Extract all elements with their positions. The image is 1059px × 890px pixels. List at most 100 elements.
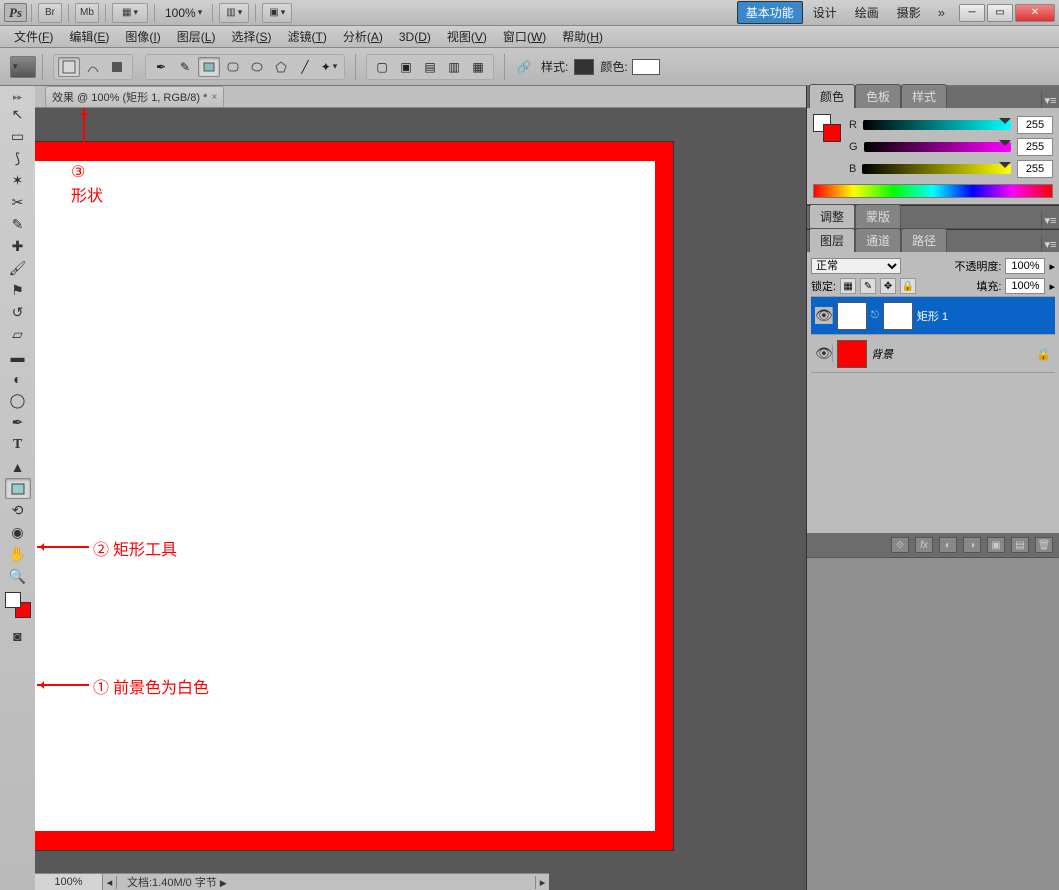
layer-row[interactable]: 👁 ⎋ 矩形 1 — [811, 297, 1055, 335]
layer-name[interactable]: 矩形 1 — [917, 308, 948, 324]
scroll-left-icon[interactable]: ◂ — [103, 876, 117, 889]
style-swatch[interactable] — [574, 59, 594, 75]
menu-help[interactable]: 帮助(H) — [554, 26, 611, 47]
new-group-icon[interactable]: ▣ — [987, 537, 1005, 553]
stamp-tool[interactable]: ⚑ — [5, 280, 31, 301]
new-layer-icon[interactable]: ▤ — [1011, 537, 1029, 553]
intersect-shape-icon[interactable]: ▥ — [443, 57, 465, 77]
masks-tab[interactable]: 蒙版 — [855, 204, 901, 228]
fill-value[interactable]: 100% — [1005, 278, 1045, 294]
menu-image[interactable]: 图像(I) — [117, 26, 168, 47]
screen-mode-dropdown[interactable]: ▣ — [262, 3, 292, 23]
doc-info[interactable]: 文档:1.40M/0 字节 ▶ — [117, 874, 535, 890]
subtract-shape-icon[interactable]: ▤ — [419, 57, 441, 77]
lasso-tool[interactable]: ⟆ — [5, 148, 31, 169]
opacity-value[interactable]: 100% — [1005, 258, 1045, 274]
panel-menu-icon[interactable]: ▾≡ — [1041, 236, 1059, 252]
quickmask-toggle[interactable]: ◙ — [5, 625, 31, 646]
g-value[interactable] — [1017, 138, 1053, 156]
menu-edit[interactable]: 编辑(E) — [61, 26, 117, 47]
swatches-tab[interactable]: 色板 — [855, 84, 901, 108]
menu-3d[interactable]: 3D(D) — [391, 28, 439, 46]
minibridge-icon[interactable]: Mb — [75, 3, 99, 23]
crop-tool[interactable]: ✂ — [5, 192, 31, 213]
opacity-arrow[interactable]: ▸ — [1049, 260, 1055, 273]
gradient-tool[interactable]: ▬ — [5, 346, 31, 367]
path-select-tool[interactable]: ▲ — [5, 456, 31, 477]
pen-tool[interactable]: ✒ — [5, 412, 31, 433]
add-to-shape-icon[interactable]: ▣ — [395, 57, 417, 77]
menu-window[interactable]: 窗口(W) — [495, 26, 554, 47]
custom-shape-icon[interactable]: ✦ — [318, 57, 340, 77]
fill-adjust-icon[interactable]: ◑ — [963, 537, 981, 553]
color-tab[interactable]: 颜色 — [809, 84, 855, 108]
layer-name[interactable]: 背景 — [871, 346, 893, 362]
workspace-painting[interactable]: 绘画 — [847, 2, 887, 23]
lock-pixels-icon[interactable]: ▦ — [840, 278, 856, 294]
blend-mode-select[interactable]: 正常 — [811, 258, 901, 274]
menu-filter[interactable]: 滤镜(T) — [279, 26, 334, 47]
color-ramp[interactable] — [813, 184, 1053, 198]
view-extras-dropdown[interactable]: ▦ — [112, 3, 148, 23]
window-maximize[interactable]: ▭ — [987, 4, 1013, 22]
lock-position-icon[interactable]: ✎ — [860, 278, 876, 294]
adjustments-tab[interactable]: 调整 — [809, 204, 855, 228]
r-slider[interactable] — [863, 120, 1011, 130]
layer-thumbnail[interactable] — [837, 340, 867, 368]
rectangle-shape-icon[interactable] — [198, 57, 220, 77]
document-tab[interactable]: 效果 @ 100% (矩形 1, RGB/8) * × — [45, 86, 224, 107]
visibility-toggle[interactable]: 👁 — [815, 345, 833, 362]
zoom-level[interactable]: 100% — [165, 6, 202, 20]
eraser-tool[interactable]: ▱ — [5, 324, 31, 345]
lock-all-icon[interactable]: 🔒 — [900, 278, 916, 294]
g-slider[interactable] — [864, 142, 1011, 152]
history-brush-tool[interactable]: ↺ — [5, 302, 31, 323]
collapse-arrow[interactable]: ▸▸ — [13, 92, 22, 103]
workspace-design[interactable]: 设计 — [805, 2, 845, 23]
fx-icon[interactable]: fx — [915, 537, 933, 553]
delete-layer-icon[interactable]: 🗑 — [1035, 537, 1053, 553]
color-swatch[interactable] — [632, 59, 660, 75]
dodge-tool[interactable]: ◯ — [5, 390, 31, 411]
link-icon[interactable]: 🔗 — [513, 57, 535, 77]
eyedropper-tool[interactable]: ✎ — [5, 214, 31, 235]
zoom-status[interactable]: 100% — [35, 874, 103, 890]
ellipse-icon[interactable] — [246, 57, 268, 77]
layer-thumbnail[interactable] — [837, 302, 867, 330]
bridge-icon[interactable]: Br — [38, 3, 62, 23]
menu-analysis[interactable]: 分析(A) — [335, 26, 391, 47]
tool-preset-picker[interactable] — [10, 56, 36, 78]
more-workspaces[interactable]: » — [930, 5, 953, 20]
channels-tab[interactable]: 通道 — [855, 228, 901, 252]
menu-file[interactable]: 文件(F) — [6, 26, 61, 47]
fill-arrow[interactable]: ▸ — [1049, 280, 1055, 293]
freeform-pen-icon[interactable]: ✎ — [174, 57, 196, 77]
r-value[interactable] — [1017, 116, 1053, 134]
mini-fgbg[interactable] — [813, 114, 841, 142]
brush-tool[interactable]: 🖌 — [5, 258, 31, 279]
layers-tab[interactable]: 图层 — [809, 228, 855, 252]
exclude-shape-icon[interactable]: ▦ — [467, 57, 489, 77]
paths-tab[interactable]: 路径 — [901, 228, 947, 252]
styles-tab[interactable]: 样式 — [901, 84, 947, 108]
rectangle-tool[interactable] — [5, 478, 31, 499]
paths-mode[interactable] — [82, 57, 104, 77]
add-mask-icon[interactable]: ◐ — [939, 537, 957, 553]
pen-tool-icon[interactable]: ✒ — [150, 57, 172, 77]
foreground-color[interactable] — [5, 592, 21, 608]
foreground-background-colors[interactable] — [5, 592, 31, 618]
3d-camera-tool[interactable]: ◉ — [5, 522, 31, 543]
hand-tool[interactable]: ✋ — [5, 544, 31, 565]
lock-move-icon[interactable]: ✥ — [880, 278, 896, 294]
tab-close-icon[interactable]: × — [211, 92, 217, 103]
new-shape-layer-icon[interactable]: ▢ — [371, 57, 393, 77]
vector-mask-thumb[interactable] — [883, 302, 913, 330]
workspace-essentials[interactable]: 基本功能 — [737, 1, 803, 24]
line-icon[interactable]: ╱ — [294, 57, 316, 77]
shape-layers-mode[interactable] — [58, 57, 80, 77]
scroll-right-icon[interactable]: ▸ — [535, 876, 549, 889]
quick-select-tool[interactable]: ✶ — [5, 170, 31, 191]
panel-menu-icon[interactable]: ▾≡ — [1041, 92, 1059, 108]
b-slider[interactable] — [862, 164, 1011, 174]
zoom-tool[interactable]: 🔍 — [5, 566, 31, 587]
